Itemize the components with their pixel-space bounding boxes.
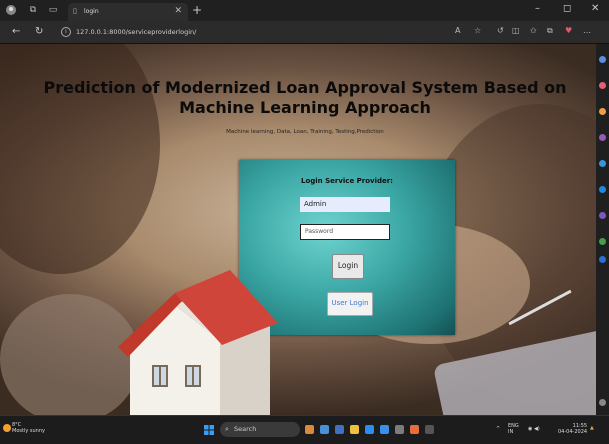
- heart-icon[interactable]: ♥: [565, 26, 572, 35]
- taskbar-edge-icon[interactable]: [380, 425, 389, 434]
- windows-taskbar: 8°C Mostly sunny ⌕ Search ^ ENG IN ◉ ◀) 1…: [0, 415, 609, 444]
- weather-condition: Mostly sunny: [12, 428, 45, 434]
- user-login-button[interactable]: User Login: [327, 292, 373, 316]
- minimize-button[interactable]: –: [535, 3, 540, 14]
- taskbar-file-explorer-icon[interactable]: [350, 425, 359, 434]
- browser-tab-bar: ⧉ ▭ ▯ login ✕ + – ◻ ✕: [0, 0, 609, 21]
- sidebar-extra-icon[interactable]: [599, 238, 606, 245]
- workspaces-icon[interactable]: ⧉: [28, 5, 38, 15]
- favorite-star-icon[interactable]: ☆: [474, 26, 481, 35]
- windows-start-icon[interactable]: [204, 425, 214, 435]
- wifi-icon[interactable]: ◉ ◀): [528, 426, 540, 432]
- maximize-button[interactable]: ◻: [563, 3, 571, 14]
- sidebar-copilot-icon[interactable]: [599, 212, 606, 219]
- taskbar-widget-icon[interactable]: [305, 425, 314, 434]
- browser-tab-login[interactable]: ▯ login ✕: [68, 3, 188, 21]
- clock-date: 04-04-2024: [558, 429, 588, 435]
- address-bar[interactable]: i 127.0.0.1:8000/serviceproviderlogin/: [61, 24, 461, 40]
- password-input[interactable]: Password: [300, 224, 390, 240]
- more-options-icon[interactable]: …: [583, 26, 591, 35]
- page-title: Prediction of Modernized Loan Approval S…: [43, 78, 567, 117]
- address-toolbar: ← ↻ i 127.0.0.1:8000/serviceproviderlogin…: [0, 21, 609, 44]
- refresh-extension-icon[interactable]: ↺: [497, 26, 504, 35]
- tab-close-icon[interactable]: ✕: [174, 6, 182, 16]
- profile-avatar-icon: [6, 5, 16, 15]
- username-input[interactable]: Admin: [300, 197, 390, 212]
- tab-actions-icon[interactable]: ▭: [48, 5, 58, 15]
- page-icon: ▯: [73, 7, 77, 15]
- weather-sun-icon: [3, 424, 11, 432]
- split-screen-icon[interactable]: ◫: [512, 26, 520, 35]
- read-aloud-icon[interactable]: A: [455, 26, 460, 35]
- taskbar-copilot-icon[interactable]: [335, 425, 344, 434]
- sidebar-app-icon[interactable]: [599, 256, 606, 263]
- language-indicator[interactable]: ENG IN: [508, 423, 519, 435]
- new-tab-button[interactable]: +: [192, 3, 202, 17]
- language-region: IN: [508, 429, 514, 435]
- url-text: 127.0.0.1:8000/serviceproviderlogin/: [76, 28, 197, 36]
- edge-sidebar: [596, 44, 609, 415]
- sidebar-tools-icon[interactable]: [599, 108, 606, 115]
- login-button[interactable]: Login: [332, 254, 364, 279]
- sidebar-shopping-icon[interactable]: [599, 82, 606, 89]
- tray-chevron-icon[interactable]: ^: [496, 426, 500, 432]
- search-label: Search: [234, 425, 257, 433]
- favorites-icon[interactable]: ✩: [530, 26, 537, 35]
- taskbar-settings-icon[interactable]: [395, 425, 404, 434]
- login-panel-title: Login Service Provider:: [300, 177, 393, 185]
- sidebar-settings-icon[interactable]: [599, 399, 606, 406]
- sidebar-office-icon[interactable]: [599, 160, 606, 167]
- back-icon[interactable]: ←: [12, 26, 20, 37]
- clock[interactable]: 11:55 04-04-2024: [558, 423, 587, 435]
- taskbar-store-icon[interactable]: [410, 425, 419, 434]
- notification-icon[interactable]: ▲: [590, 425, 594, 431]
- profile-icon[interactable]: [6, 5, 16, 15]
- taskbar-terminal-icon[interactable]: [425, 425, 434, 434]
- sidebar-search-icon[interactable]: [599, 56, 606, 63]
- close-window-button[interactable]: ✕: [591, 3, 599, 14]
- collections-icon[interactable]: ⧉: [547, 26, 553, 36]
- sidebar-outlook-icon[interactable]: [599, 186, 606, 193]
- search-icon: ⌕: [225, 425, 229, 433]
- taskbar-app-icon[interactable]: [365, 425, 374, 434]
- sidebar-games-icon[interactable]: [599, 134, 606, 141]
- tab-title: login: [84, 8, 99, 15]
- taskbar-task-view-icon[interactable]: [320, 425, 329, 434]
- info-icon[interactable]: i: [61, 27, 71, 37]
- taskbar-search[interactable]: ⌕ Search: [220, 422, 300, 437]
- weather-widget[interactable]: 8°C Mostly sunny: [12, 422, 45, 434]
- refresh-icon[interactable]: ↻: [35, 26, 43, 37]
- house-model-image: [118, 270, 278, 415]
- page-subtitle: Machine learning, Data, Loan, Training, …: [226, 129, 384, 135]
